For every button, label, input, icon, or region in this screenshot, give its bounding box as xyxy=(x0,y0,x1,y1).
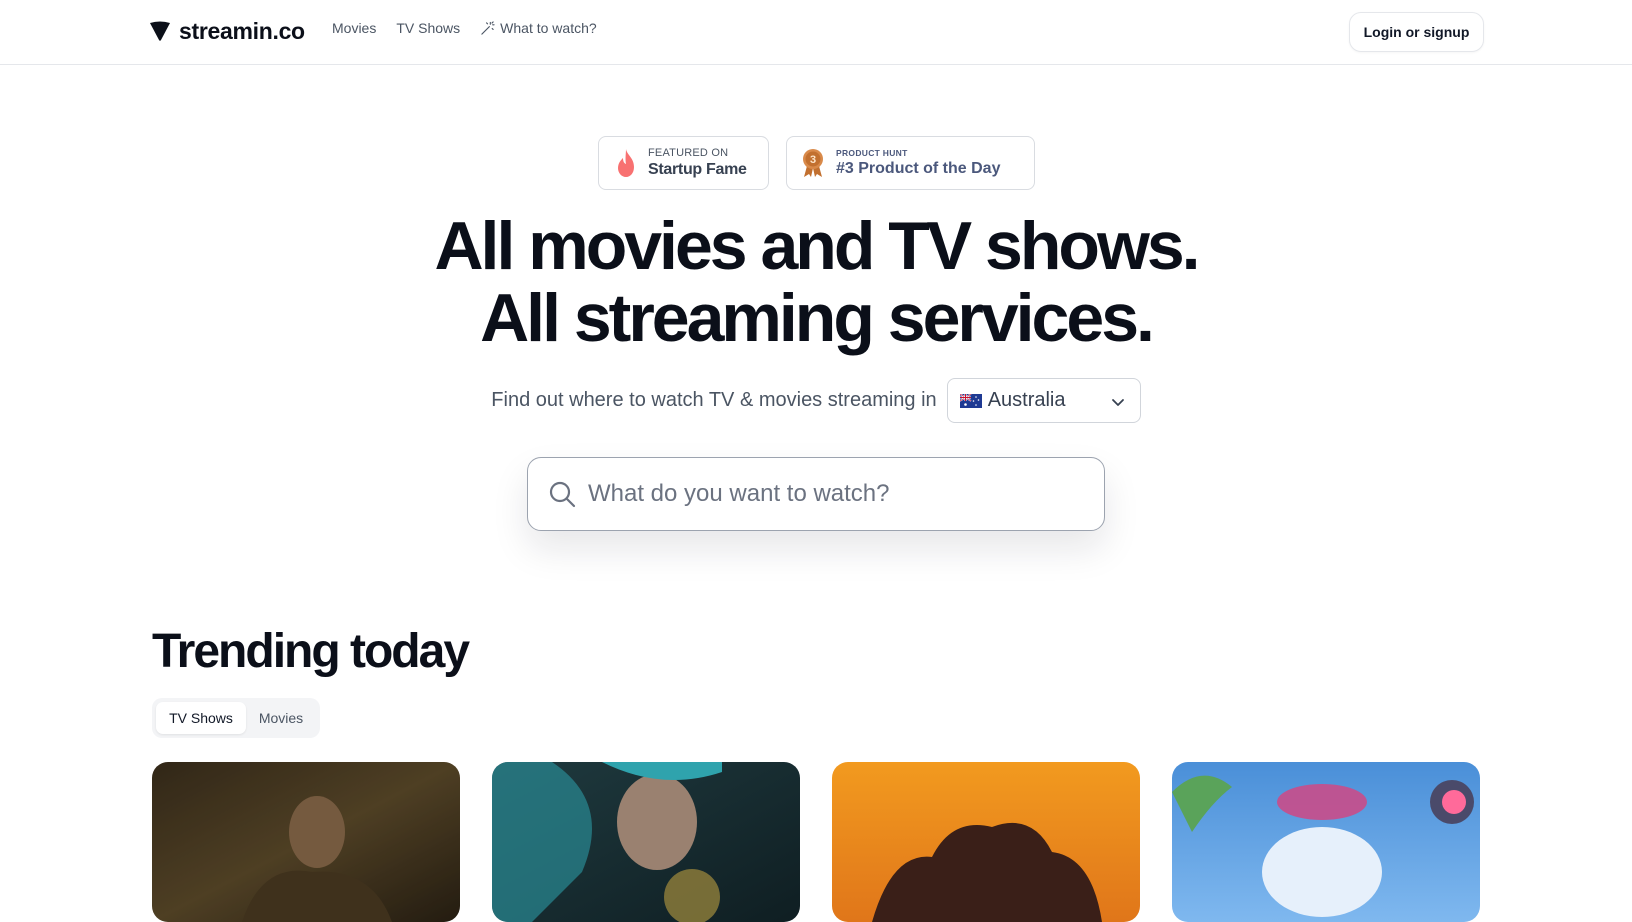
trending-card[interactable] xyxy=(1172,762,1480,922)
poster-image xyxy=(1172,762,1480,922)
startup-fame-small: FEATURED ON xyxy=(648,147,729,159)
logo-icon xyxy=(150,21,170,41)
tab-tv-shows[interactable]: TV Shows xyxy=(156,702,246,734)
country-row: Find out where to watch TV & movies stre… xyxy=(0,378,1632,423)
australia-flag-icon xyxy=(959,393,982,408)
trending-card[interactable] xyxy=(492,762,800,922)
hero-subtitle: Find out where to watch TV & movies stre… xyxy=(491,389,937,411)
nav-movies[interactable]: Movies xyxy=(332,20,376,36)
product-hunt-small: PRODUCT HUNT xyxy=(836,147,908,158)
country-name: Australia xyxy=(987,389,1066,411)
country-select[interactable]: Australia xyxy=(946,378,1141,423)
search-box[interactable] xyxy=(527,457,1105,531)
medal-icon: 3 xyxy=(803,149,823,177)
tab-movies[interactable]: Movies xyxy=(246,702,316,734)
logo-link[interactable]: streamin.co xyxy=(148,16,305,46)
nav-tv-shows[interactable]: TV Shows xyxy=(396,20,460,36)
nav-what-to-watch[interactable]: What to watch? xyxy=(480,20,597,36)
poster-image xyxy=(152,762,460,922)
magic-wand-icon xyxy=(481,20,495,35)
trending-toggle: TV Shows Movies xyxy=(152,698,320,738)
medal-number: 3 xyxy=(810,154,816,166)
logo-text: streamin.co xyxy=(179,17,305,44)
trending-card[interactable] xyxy=(152,762,460,922)
poster-image xyxy=(492,762,800,922)
main-nav: Movies TV Shows What to watch? xyxy=(332,20,597,36)
hero-title-line1: All movies and TV shows. xyxy=(434,208,1200,284)
trending-title: Trending today xyxy=(152,625,470,678)
nav-what-to-watch-label: What to watch? xyxy=(500,20,597,36)
startup-fame-big: Startup Fame xyxy=(648,161,747,178)
poster-image xyxy=(832,762,1140,922)
hero-title-line2: All streaming services. xyxy=(480,280,1155,356)
startup-fame-badge[interactable]: FEATURED ON Startup Fame xyxy=(598,136,769,190)
product-hunt-badge[interactable]: 3 PRODUCT HUNT #3 Product of the Day xyxy=(786,136,1035,190)
flame-icon xyxy=(618,149,634,177)
search-input[interactable] xyxy=(588,480,1058,508)
top-navbar: streamin.co Movies TV Shows What to watc… xyxy=(0,0,1632,65)
search-icon xyxy=(549,481,576,508)
product-hunt-big: #3 Product of the Day xyxy=(836,159,1001,177)
trending-card[interactable] xyxy=(832,762,1140,922)
hero-title: All movies and TV shows. All streaming s… xyxy=(0,210,1632,354)
login-signup-button[interactable]: Login or signup xyxy=(1349,12,1484,52)
chevron-down-icon xyxy=(1111,399,1124,406)
